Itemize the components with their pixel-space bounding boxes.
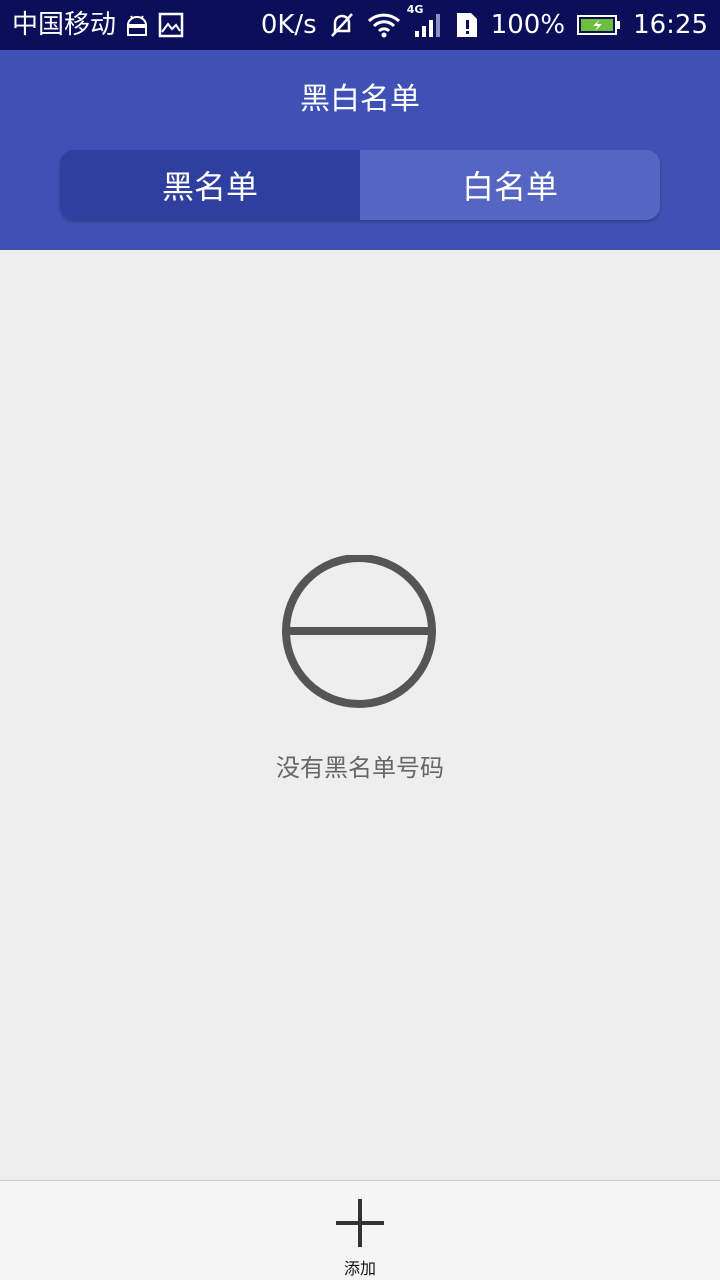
bottom-bar: 添加: [0, 1180, 720, 1280]
android-icon: [124, 13, 150, 37]
tab-blacklist[interactable]: 黑名单: [60, 150, 360, 220]
clock: 16:25: [633, 10, 708, 40]
sim-alert-icon: [455, 11, 479, 39]
status-bar-left: 中国移动: [12, 12, 184, 38]
page-title: 黑白名单: [300, 82, 420, 117]
add-button[interactable]: 添加: [310, 1191, 410, 1280]
tab-switcher: 黑名单 白名单: [60, 150, 660, 220]
image-icon: [158, 12, 184, 38]
app-header: 黑白名单 黑名单 白名单: [0, 50, 720, 250]
battery-percent: 100%: [490, 10, 566, 40]
no-entry-icon: [280, 555, 440, 710]
plus-icon: [336, 1199, 384, 1247]
status-bar: 中国移动 0K/s 4G 100% 16:25: [0, 0, 720, 50]
empty-state-message: 没有黑名单号码: [276, 754, 444, 782]
network-speed: 0K/s: [260, 10, 317, 40]
carrier-name: 中国移动: [12, 10, 117, 40]
tab-whitelist[interactable]: 白名单: [360, 150, 660, 220]
status-bar-right: 0K/s 4G 100% 16:25: [260, 3, 708, 40]
battery-icon: [577, 13, 621, 37]
mute-icon: [329, 11, 355, 39]
wifi-icon: [367, 12, 401, 38]
signal-icon: 4G: [407, 3, 443, 39]
network-type: 4G: [406, 3, 424, 16]
add-button-label: 添加: [343, 1259, 376, 1278]
